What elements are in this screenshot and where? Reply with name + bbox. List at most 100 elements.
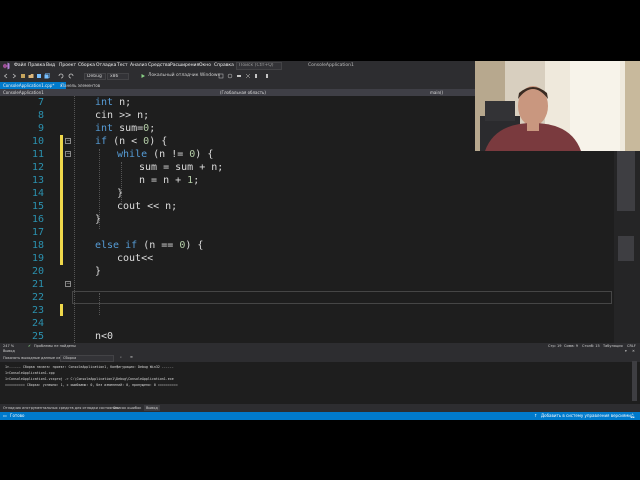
menu-debug[interactable]: Отладка [96,63,116,68]
menu-project[interactable]: Проект [59,63,76,68]
code-text: int n; [95,97,132,108]
line-number: 22 [31,292,44,303]
nav-function-dropdown[interactable]: main() [430,90,443,95]
clear-icon[interactable]: ≡ [130,355,133,359]
code-text: cin >> n; [95,110,150,121]
line-number: 12 [31,162,44,173]
line-number: 15 [31,201,44,212]
bottom-tool-tabs: Отладчик инструментальных средств для от… [0,404,640,412]
line-number: 24 [31,318,44,329]
open-icon[interactable] [28,73,34,79]
col-indicator: Столб: 15 [582,344,600,348]
tab-toolbox[interactable]: Панель элементов [58,82,103,89]
code-text: n<0 [95,331,114,342]
toolbar-icon-a[interactable] [218,73,224,79]
code-line: 16} [0,213,614,226]
output-line: 1>ConsoleApplication1.vcxproj -> C:\Cons… [5,377,174,381]
line-number: 20 [31,266,44,277]
code-text: } [117,188,124,199]
quick-launch-input[interactable]: Поиск (Ctrl+Q) [236,62,282,70]
redo-icon[interactable] [68,73,74,79]
scrollbar-thumb[interactable] [617,151,635,211]
forward-icon[interactable] [11,73,17,79]
scrollbar-thumb-2[interactable] [618,236,634,261]
toolbar-icon-e[interactable] [254,73,260,79]
code-text: n = n + 1; [139,175,200,186]
output-line: 1>------ Сборка начата: проект: ConsoleA… [5,365,174,369]
code-line: 12 sum = sum + n; [0,161,614,174]
nav-scope-dropdown[interactable]: (Глобальная область) [220,90,266,95]
tab-output[interactable]: Вывод [144,405,160,411]
eol-mode[interactable]: CRLF [627,344,636,348]
pin-icon[interactable]: ▾ [625,349,627,353]
webcam-person-image [475,61,640,151]
toolbar-icon-d[interactable] [245,73,251,79]
line-number: 7 [37,97,44,108]
output-title: Вывод [3,349,15,353]
code-line: 22 [0,291,614,304]
indent-mode[interactable]: Табуляция [603,344,623,348]
save-all-icon[interactable] [44,73,50,79]
tab-debug-tools[interactable]: Отладчик инструментальных средств для от… [3,406,118,410]
code-text: cout<< [117,253,154,264]
add-to-source-control[interactable]: Добавить в систему управления версиями [541,413,631,418]
line-indicator: Стр: 19 [548,344,562,348]
visual-studio-logo-icon [3,62,10,70]
menu-build[interactable]: Сборка [78,63,95,68]
toolbar-icon-c[interactable] [236,73,242,79]
line-number: 21 [31,279,44,290]
tab-error-list[interactable]: Список ошибок [113,406,141,410]
configuration-dropdown[interactable]: Debug [84,73,106,80]
back-icon[interactable] [3,73,9,79]
line-number: 10 [31,136,44,147]
no-issues-text[interactable]: Проблемы не найдены [34,344,76,348]
save-icon[interactable] [36,73,42,79]
code-text: } [95,266,102,277]
menu-help[interactable]: Справка [214,63,234,68]
line-number: 8 [37,110,44,121]
line-number: 19 [31,253,44,264]
new-project-icon[interactable] [20,73,26,79]
code-text: while (n != 0) { [117,149,214,160]
code-line: 23 [0,304,614,317]
menu-analyze[interactable]: Анализ [130,63,147,68]
no-issues-icon: ✔ [28,344,31,348]
menu-test[interactable]: Тест [117,63,128,68]
platform-dropdown[interactable]: x86 [107,73,129,80]
notifications-icon[interactable]: 🔔︎ [630,413,635,418]
menu-view[interactable]: Вид [46,63,55,68]
line-number: 17 [31,227,44,238]
find-icon[interactable]: ⌕ [120,355,122,359]
zoom-level[interactable]: 247 % [3,344,14,348]
menu-file[interactable]: Файл [14,63,26,68]
output-line: ========== Сборка: успешно: 1, с ошибкам… [5,383,178,387]
tab-consoleapplication1-cpp[interactable]: ConsoleApplication1.cpp* ✕ [0,82,66,89]
output-source-dropdown[interactable]: Сборка [60,355,114,362]
code-line: 21 [0,278,614,291]
line-number: 11 [31,149,44,160]
nav-project-dropdown[interactable]: ConsoleApplication1 [3,90,44,95]
char-indicator: Симв: 9 [564,344,578,348]
solution-name: ConsoleApplication1 [308,63,354,68]
code-text: } [95,214,102,225]
start-debugging-button[interactable]: Локальный отладчик Windows [148,73,220,78]
code-line: 13 n = n + 1; [0,174,614,187]
code-line: 20} [0,265,614,278]
tab-label: ConsoleApplication1.cpp* [3,83,55,88]
menu-tools[interactable]: Средства [148,63,170,68]
line-number: 9 [37,123,44,134]
line-number: 16 [31,214,44,225]
code-text: if (n < 0) { [95,136,168,147]
menu-extensions[interactable]: Расширения [170,63,199,68]
code-text: cout << n; [117,201,178,212]
undo-icon[interactable] [58,73,64,79]
start-debugging-icon[interactable] [140,73,146,79]
source-control-icon: ↑ [534,413,538,418]
output-scrollbar[interactable] [632,361,637,401]
toolbar-icon-b[interactable] [227,73,233,79]
toolbar-icon-f[interactable] [263,73,269,79]
menu-window[interactable]: Окно [199,63,211,68]
menu-edit[interactable]: Правка [28,63,45,68]
close-icon[interactable]: ✕ [632,349,635,353]
output-line: 1>ConsoleApplication1.cpp [5,371,55,375]
